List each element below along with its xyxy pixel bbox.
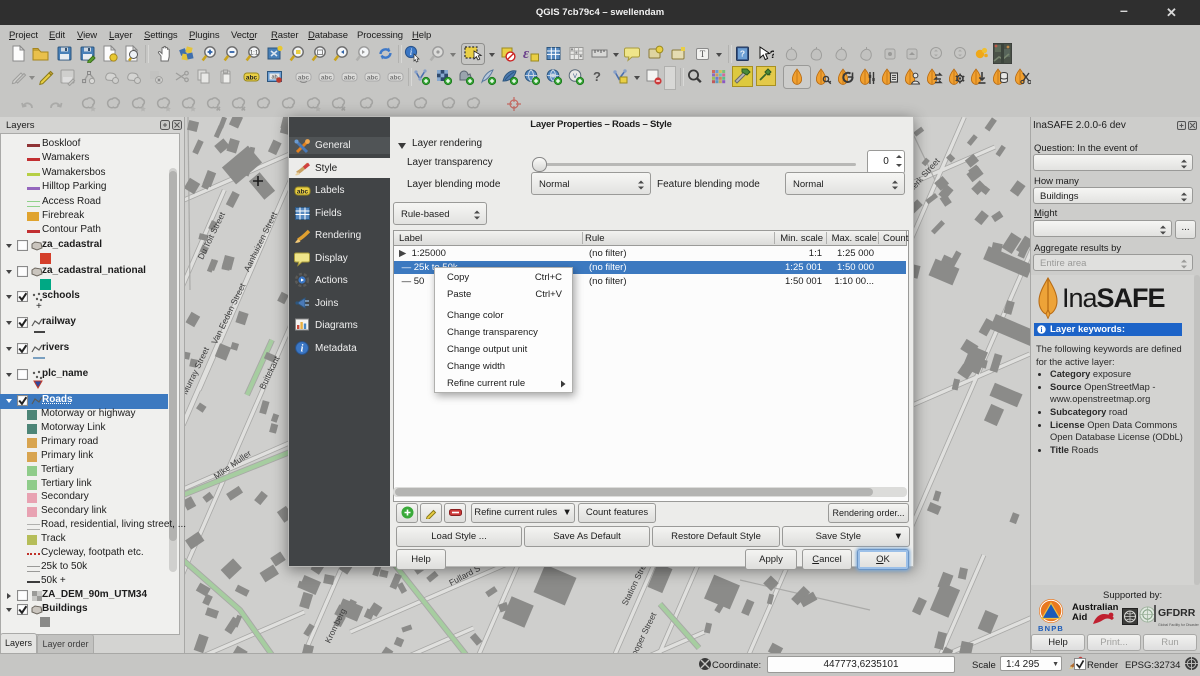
svg-text:i: i [1041,326,1043,334]
svg-text:ε: ε [523,46,530,62]
svg-text:?: ? [740,49,745,59]
svg-text:abc: abc [246,74,258,81]
svg-text:abc: abc [297,188,309,195]
svg-text:abc: abc [321,74,333,81]
svg-text:abc: abc [344,74,356,81]
svg-text:?: ? [770,49,775,61]
svg-text:1:1: 1:1 [250,50,259,56]
svg-text:BNPB: BNPB [1038,624,1064,633]
svg-text:abc: abc [298,74,310,81]
svg-text:T: T [700,49,706,59]
svg-text:abc: abc [390,74,402,81]
svg-text:abc: abc [367,74,379,81]
svg-text:i: i [301,343,304,354]
svg-text:?: ? [593,69,601,84]
